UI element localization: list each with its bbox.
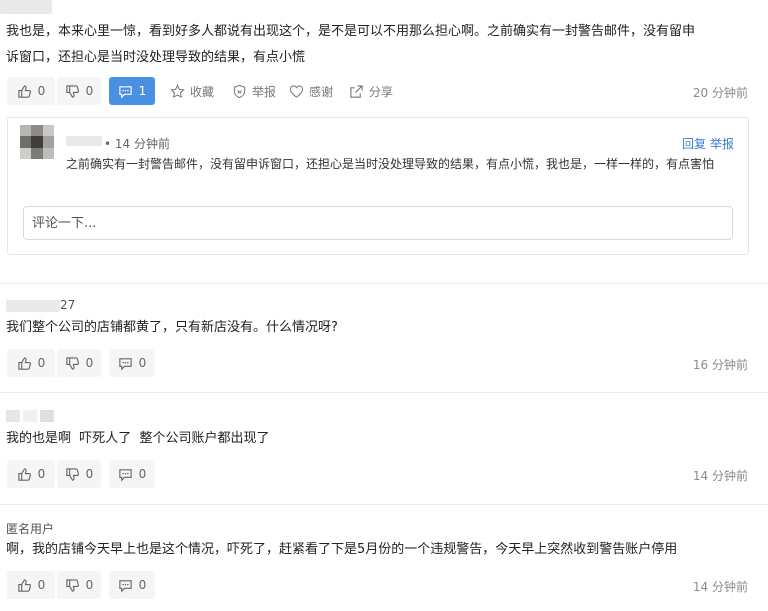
star-icon — [170, 83, 185, 98]
replies-button[interactable]: 1 — [109, 77, 155, 105]
username-suffix: 27 — [60, 298, 76, 312]
dislike-button[interactable]: 0 — [57, 460, 101, 488]
comment-text: 啊，我的店铺今天早上也是这个情况，吓死了，赶紧看了下是5月份的一个违规警告，今天… — [6, 542, 678, 557]
thumbs-down-icon — [65, 578, 79, 592]
reply-actions: 回复 举报 — [682, 135, 734, 152]
like-count: 0 — [37, 84, 46, 98]
avatar — [20, 125, 54, 159]
shield-icon — [233, 84, 246, 98]
like-button[interactable]: 0 — [7, 460, 55, 488]
report-link[interactable]: 举报 — [710, 135, 734, 152]
replies-button[interactable]: 0 — [109, 349, 155, 377]
share-button[interactable]: 分享 — [349, 77, 393, 105]
comment-icon — [118, 468, 132, 481]
dislike-button[interactable]: 0 — [57, 349, 101, 377]
username-redacted — [0, 0, 52, 14]
share-icon — [350, 84, 363, 98]
heart-icon — [289, 84, 304, 98]
replies-button[interactable]: 0 — [109, 460, 155, 488]
comment-time: 20 分钟前 — [692, 86, 748, 100]
comment-time: 16 分钟前 — [692, 358, 748, 372]
thumbs-down-icon — [65, 356, 79, 370]
thanks-button[interactable]: 感谢 — [289, 77, 333, 105]
reply-meta: • 14 分钟前 — [104, 137, 170, 151]
thumbs-up-icon — [17, 578, 31, 592]
divider — [0, 392, 768, 393]
comment-icon — [118, 579, 132, 592]
reply-username-redacted — [66, 136, 102, 146]
comment-input[interactable] — [23, 206, 733, 240]
dislike-button[interactable]: 0 — [57, 77, 101, 105]
like-button[interactable]: 0 — [7, 77, 55, 105]
collect-button[interactable]: 收藏 — [170, 77, 214, 105]
comment-icon — [118, 357, 132, 370]
thumbs-down-icon — [65, 84, 79, 98]
thumbs-up-icon — [17, 467, 31, 481]
report-button[interactable]: 举报 — [232, 77, 276, 105]
thumbs-up-icon — [17, 84, 31, 98]
replies-button[interactable]: 0 — [109, 571, 155, 599]
divider — [0, 504, 768, 505]
comment-icon — [118, 85, 132, 98]
dislike-button[interactable]: 0 — [57, 571, 101, 599]
username-redacted — [6, 410, 54, 422]
like-button[interactable]: 0 — [7, 571, 55, 599]
like-button[interactable]: 0 — [7, 349, 55, 377]
comment-time: 14 分钟前 — [692, 580, 748, 594]
reply-text: 之前确实有一封警告邮件，没有留申诉窗口，还担心是当时没处理导致的结果，有点小慌，… — [66, 157, 715, 171]
comment-text: 我也是，本来心里一惊，看到好多人都说有出现这个，是不是可以不用那么担心啊。之前确… — [6, 24, 696, 65]
comment-text: 我的也是啊 吓死人了 整个公司账户都出现了 — [6, 431, 270, 446]
comment-time: 14 分钟前 — [692, 469, 748, 483]
username: 匿名用户 — [6, 522, 55, 536]
comment-text: 我们整个公司的店铺都黄了，只有新店没有。什么情况呀? — [6, 320, 338, 335]
reply-count: 1 — [138, 84, 147, 98]
thumbs-up-icon — [17, 356, 31, 370]
divider — [0, 283, 768, 284]
reply-link[interactable]: 回复 — [682, 135, 706, 152]
thumbs-down-icon — [65, 467, 79, 481]
username-redacted — [6, 300, 60, 312]
dislike-count: 0 — [85, 84, 94, 98]
